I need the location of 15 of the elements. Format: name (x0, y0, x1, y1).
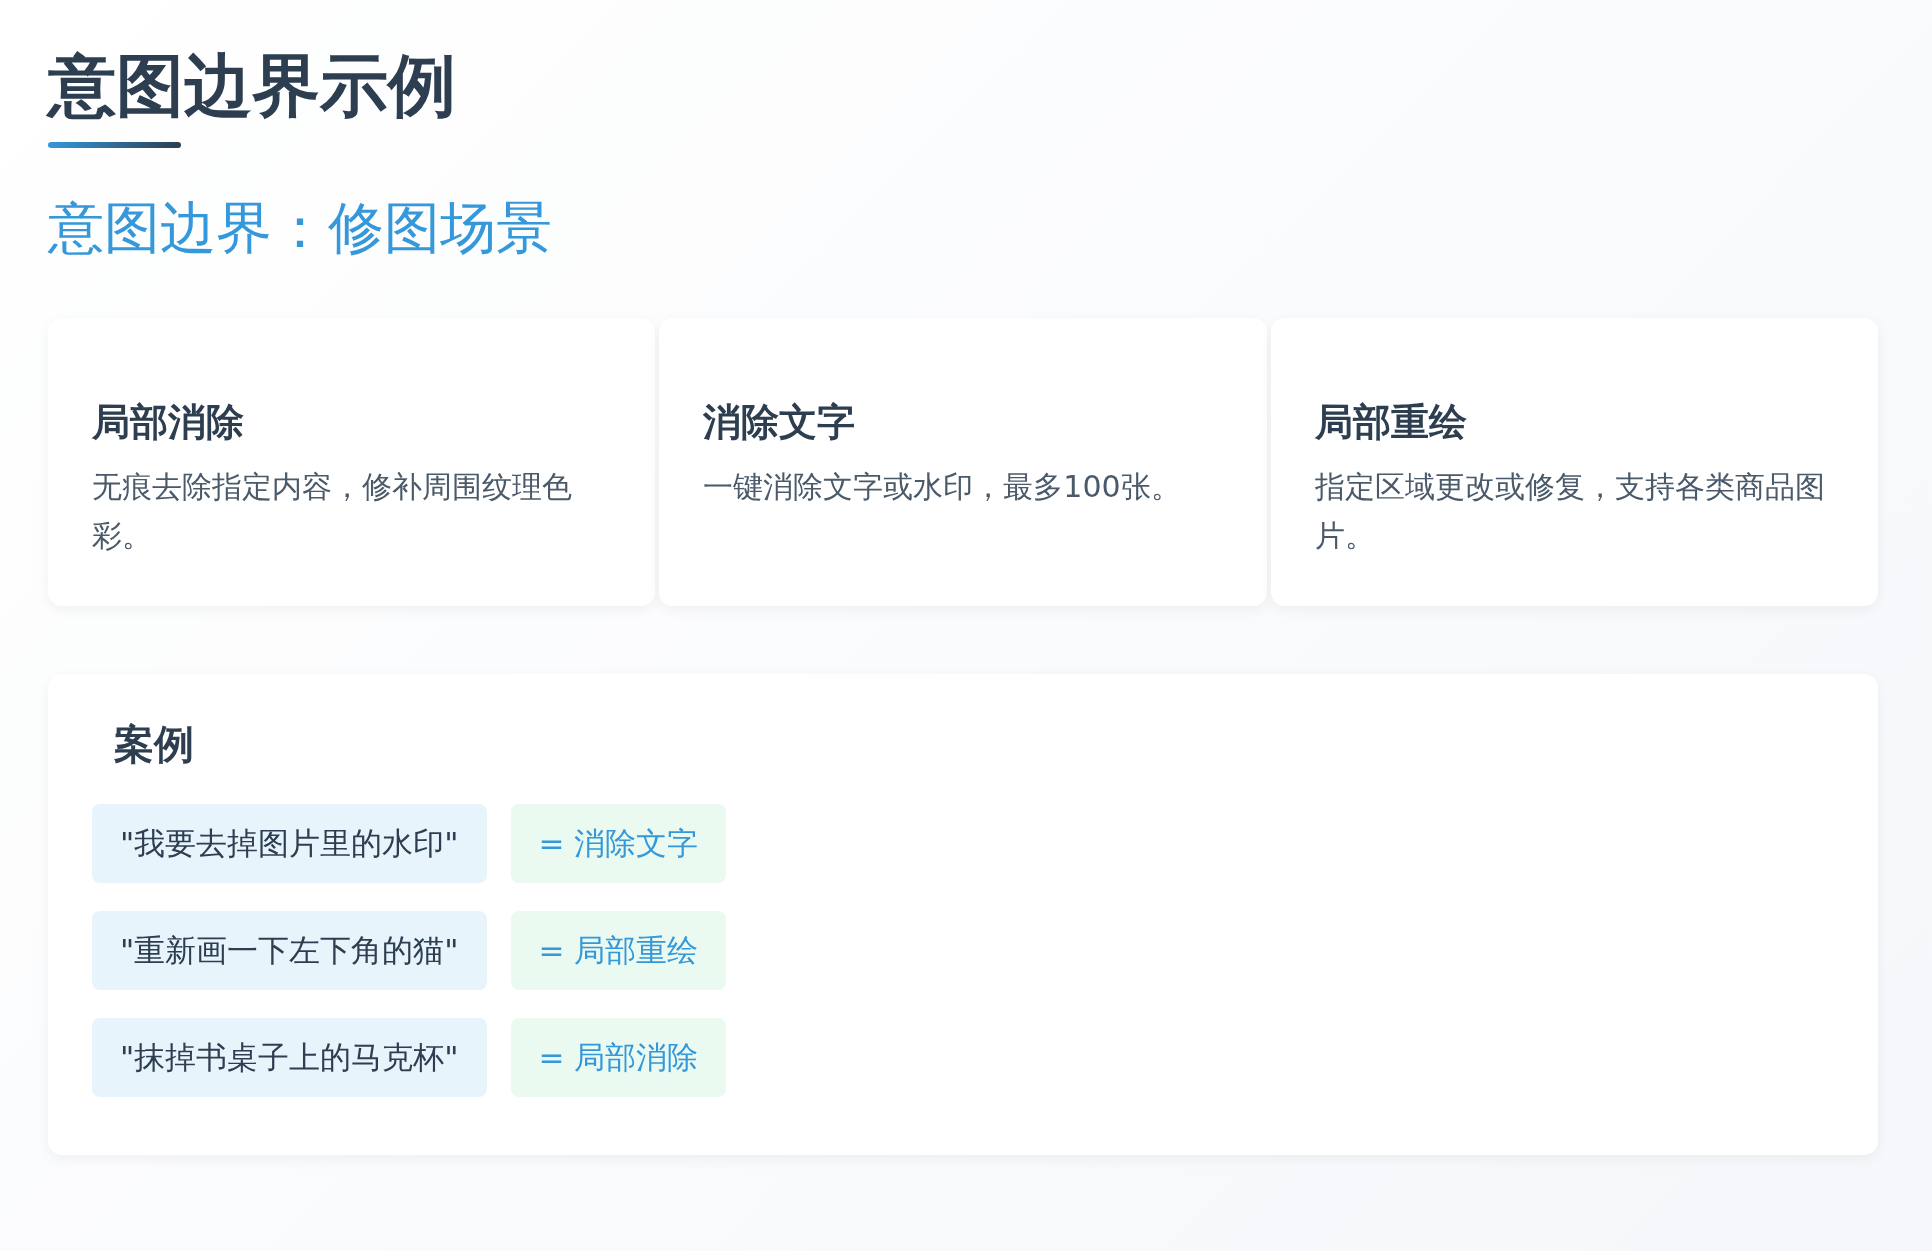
examples-heading: 案例 (114, 720, 195, 769)
intent-chip: = 消除文字 (510, 804, 727, 883)
page-title: 意图边界示例 (48, 46, 457, 126)
card-description: 无痕去除指定内容，修补周围纹理色彩。 (92, 468, 573, 555)
card-description: 指定区域更改或修复，支持各类商品图片。 (1314, 468, 1826, 555)
card-title: 消除文字 (703, 399, 857, 446)
card-title: 局部消除 (92, 399, 245, 446)
utterance-chip: "抹掉书桌子上的马克杯" (92, 1018, 487, 1097)
card-title: 局部重绘 (1314, 399, 1468, 446)
intent-chip: = 局部重绘 (510, 911, 727, 990)
utterance-chip: "我要去掉图片里的水印" (92, 804, 487, 883)
card-description: 一键消除文字或水印，最多100张。 (703, 468, 1182, 506)
utterance-chip: "重新画一下左下角的猫" (92, 911, 487, 990)
intent-chip: = 局部消除 (510, 1018, 727, 1097)
section-subtitle: 意图边界：修图场景 (48, 194, 553, 262)
